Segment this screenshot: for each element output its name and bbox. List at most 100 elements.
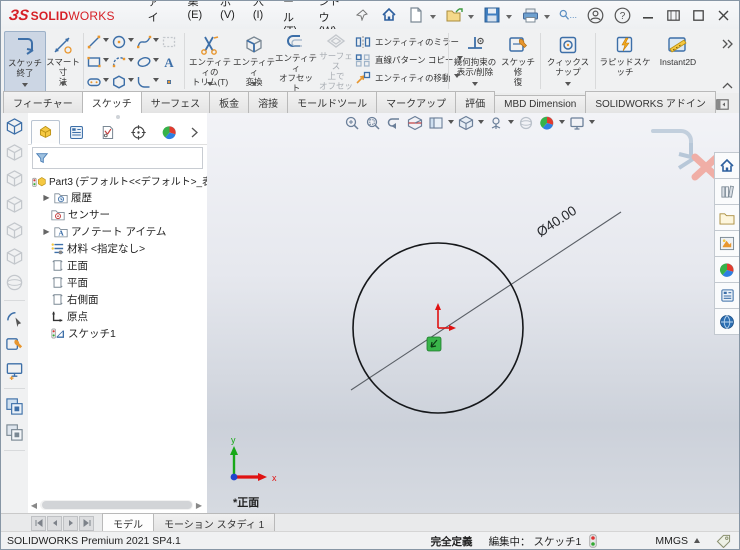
view-cube-active-icon[interactable] [5, 117, 24, 136]
relations-caret[interactable] [472, 82, 478, 89]
trim-caret[interactable] [207, 82, 213, 89]
constraint-badge[interactable] [426, 336, 442, 352]
tree-item-sensors[interactable]: センサー [28, 206, 207, 223]
slot-tool[interactable] [84, 72, 109, 91]
units-text[interactable]: MMGS [655, 535, 688, 547]
tab-sketch[interactable]: スケッチ [81, 91, 142, 114]
smart-dimension-button[interactable]: スマート寸 法 [44, 31, 82, 91]
tab-markup[interactable]: マークアップ [376, 91, 457, 113]
diameter-dimension-text[interactable]: Ø40.00 [534, 203, 579, 240]
maximize-button[interactable] [690, 8, 706, 22]
display-delete-relations-button[interactable]: 幾何拘束の 表示/削除 [452, 31, 498, 91]
dock-pane-left-icon[interactable] [716, 99, 729, 110]
appearances-scenes-tab[interactable] [714, 256, 739, 283]
quick-snaps-button[interactable]: クィックスナップ [543, 31, 593, 91]
help-icon[interactable]: ? [613, 6, 631, 24]
tab-evaluate[interactable]: 評価 [455, 91, 496, 113]
custom-properties-tag-icon[interactable] [716, 534, 731, 548]
save-icon[interactable] [483, 6, 501, 24]
point-tool[interactable] [159, 72, 184, 91]
expander-icon[interactable]: ▶ [42, 227, 51, 236]
tree-item-material[interactable]: 材料 <指定なし> [28, 240, 207, 257]
sketch-settings-icon[interactable] [5, 309, 24, 328]
layers-icon[interactable] [5, 397, 24, 416]
sketch-scene[interactable]: Ø40.00 y x [207, 113, 739, 513]
dimension-leader-line[interactable] [350, 211, 622, 391]
close-button[interactable] [715, 8, 731, 22]
units-caret-icon[interactable] [694, 535, 700, 543]
repair-sketch-button[interactable]: スケッチ修 復 [498, 31, 538, 91]
rectangle-tool[interactable] [84, 52, 109, 71]
save-dropdown[interactable] [506, 14, 512, 22]
tab-mold-tools[interactable]: モールドツール [287, 91, 378, 113]
circle-tool[interactable] [109, 32, 134, 51]
scroll-left-icon[interactable]: ◀ [30, 501, 38, 510]
convert-caret[interactable] [251, 82, 257, 89]
trim-entities-button[interactable]: エンティティの トリム(T) [187, 31, 233, 91]
smart-dimension-caret[interactable] [60, 82, 66, 89]
tab-features[interactable]: フィーチャー [3, 91, 83, 113]
convert-entities-button[interactable]: エンティティ 変換 [233, 31, 275, 91]
first-tab-icon[interactable] [31, 515, 46, 531]
quick-snaps-caret[interactable] [565, 82, 571, 89]
new-document-dropdown[interactable] [430, 14, 436, 22]
prev-tab-icon[interactable] [47, 515, 62, 531]
expander-icon[interactable]: ▶ [42, 193, 51, 202]
new-document-icon[interactable] [407, 6, 425, 24]
fillet-tool[interactable] [134, 72, 159, 91]
tree-item-annotations[interactable]: ▶ A アノテート アイテム [28, 223, 207, 240]
displaymanager-tab[interactable] [155, 120, 184, 144]
search-collapsed-icon[interactable]: ... [559, 6, 577, 24]
tree-item-right-plane[interactable]: 右側面 [28, 291, 207, 308]
rapid-sketch-button[interactable]: ラピッドスケッチ [598, 31, 652, 91]
view-cube-icon[interactable] [5, 143, 24, 162]
view-palette-tab[interactable] [714, 230, 739, 257]
tree-item-front-plane[interactable]: 正面 [28, 257, 207, 274]
custom-properties-tab[interactable] [714, 282, 739, 309]
graphics-viewport[interactable]: Ø40.00 y x *正面 [207, 113, 739, 513]
dimxpertmanager-tab[interactable] [124, 120, 153, 144]
sketch-text-tool[interactable]: A [159, 52, 184, 71]
user-account-icon[interactable] [586, 6, 604, 24]
last-tab-icon[interactable] [79, 515, 94, 531]
instant2d-button[interactable]: Instant2D [652, 31, 704, 91]
minimize-button[interactable] [640, 8, 656, 22]
scrollbar-track[interactable] [40, 500, 193, 510]
model-tab[interactable]: モデル [102, 513, 154, 533]
view-cube-icon[interactable] [5, 195, 24, 214]
tab-solidworks-addins[interactable]: SOLIDWORKS アドイン [585, 91, 716, 113]
print-dropdown[interactable] [544, 14, 550, 22]
tab-mbd-dimension[interactable]: MBD Dimension [494, 95, 587, 113]
polygon-tool[interactable] [109, 72, 134, 91]
tree-item-top-plane[interactable]: 平面 [28, 274, 207, 291]
propertymanager-tab[interactable] [62, 120, 91, 144]
tree-filter-input[interactable] [32, 147, 203, 169]
arc-tool[interactable] [109, 52, 134, 71]
ribbon-overflow-chevron[interactable] [721, 39, 733, 49]
monitor-settings-icon[interactable] [5, 361, 24, 380]
print-icon[interactable] [521, 6, 539, 24]
tree-root-part[interactable]: Part3 (デフォルト<<デフォルト>_表示状態 1> [28, 172, 207, 189]
home-icon[interactable] [380, 6, 398, 24]
design-library-tab[interactable] [714, 178, 739, 205]
exit-sketch-button[interactable]: スケッチ 終了 [4, 31, 46, 93]
tree-horizontal-scrollbar[interactable]: ◀ ▶ [30, 499, 203, 511]
confirmation-corner[interactable] [651, 129, 695, 170]
file-explorer-tab[interactable] [714, 204, 739, 231]
scroll-right-icon[interactable]: ▶ [195, 501, 203, 510]
next-tab-icon[interactable] [63, 515, 78, 531]
offset-entities-button[interactable]: エンティティ オフセット [275, 31, 317, 93]
panel-grip[interactable] [28, 113, 207, 120]
configurationmanager-tab[interactable] [93, 120, 122, 144]
line-tool[interactable] [84, 32, 109, 51]
tree-item-origin[interactable]: 原点 [28, 308, 207, 325]
scrollbar-thumb[interactable] [42, 501, 192, 509]
solidworks-forum-tab[interactable] [714, 308, 739, 335]
panel-tabs-overflow-chevron[interactable] [186, 120, 202, 144]
view-sphere-icon[interactable] [5, 273, 24, 292]
tab-sheet-metal[interactable]: 板金 [209, 91, 250, 113]
pin-menu-icon[interactable] [353, 6, 371, 24]
sketch-origin[interactable] [435, 303, 456, 331]
tree-item-sketch1[interactable]: スケッチ1 [28, 325, 207, 342]
layers-alt-icon[interactable] [5, 423, 24, 442]
